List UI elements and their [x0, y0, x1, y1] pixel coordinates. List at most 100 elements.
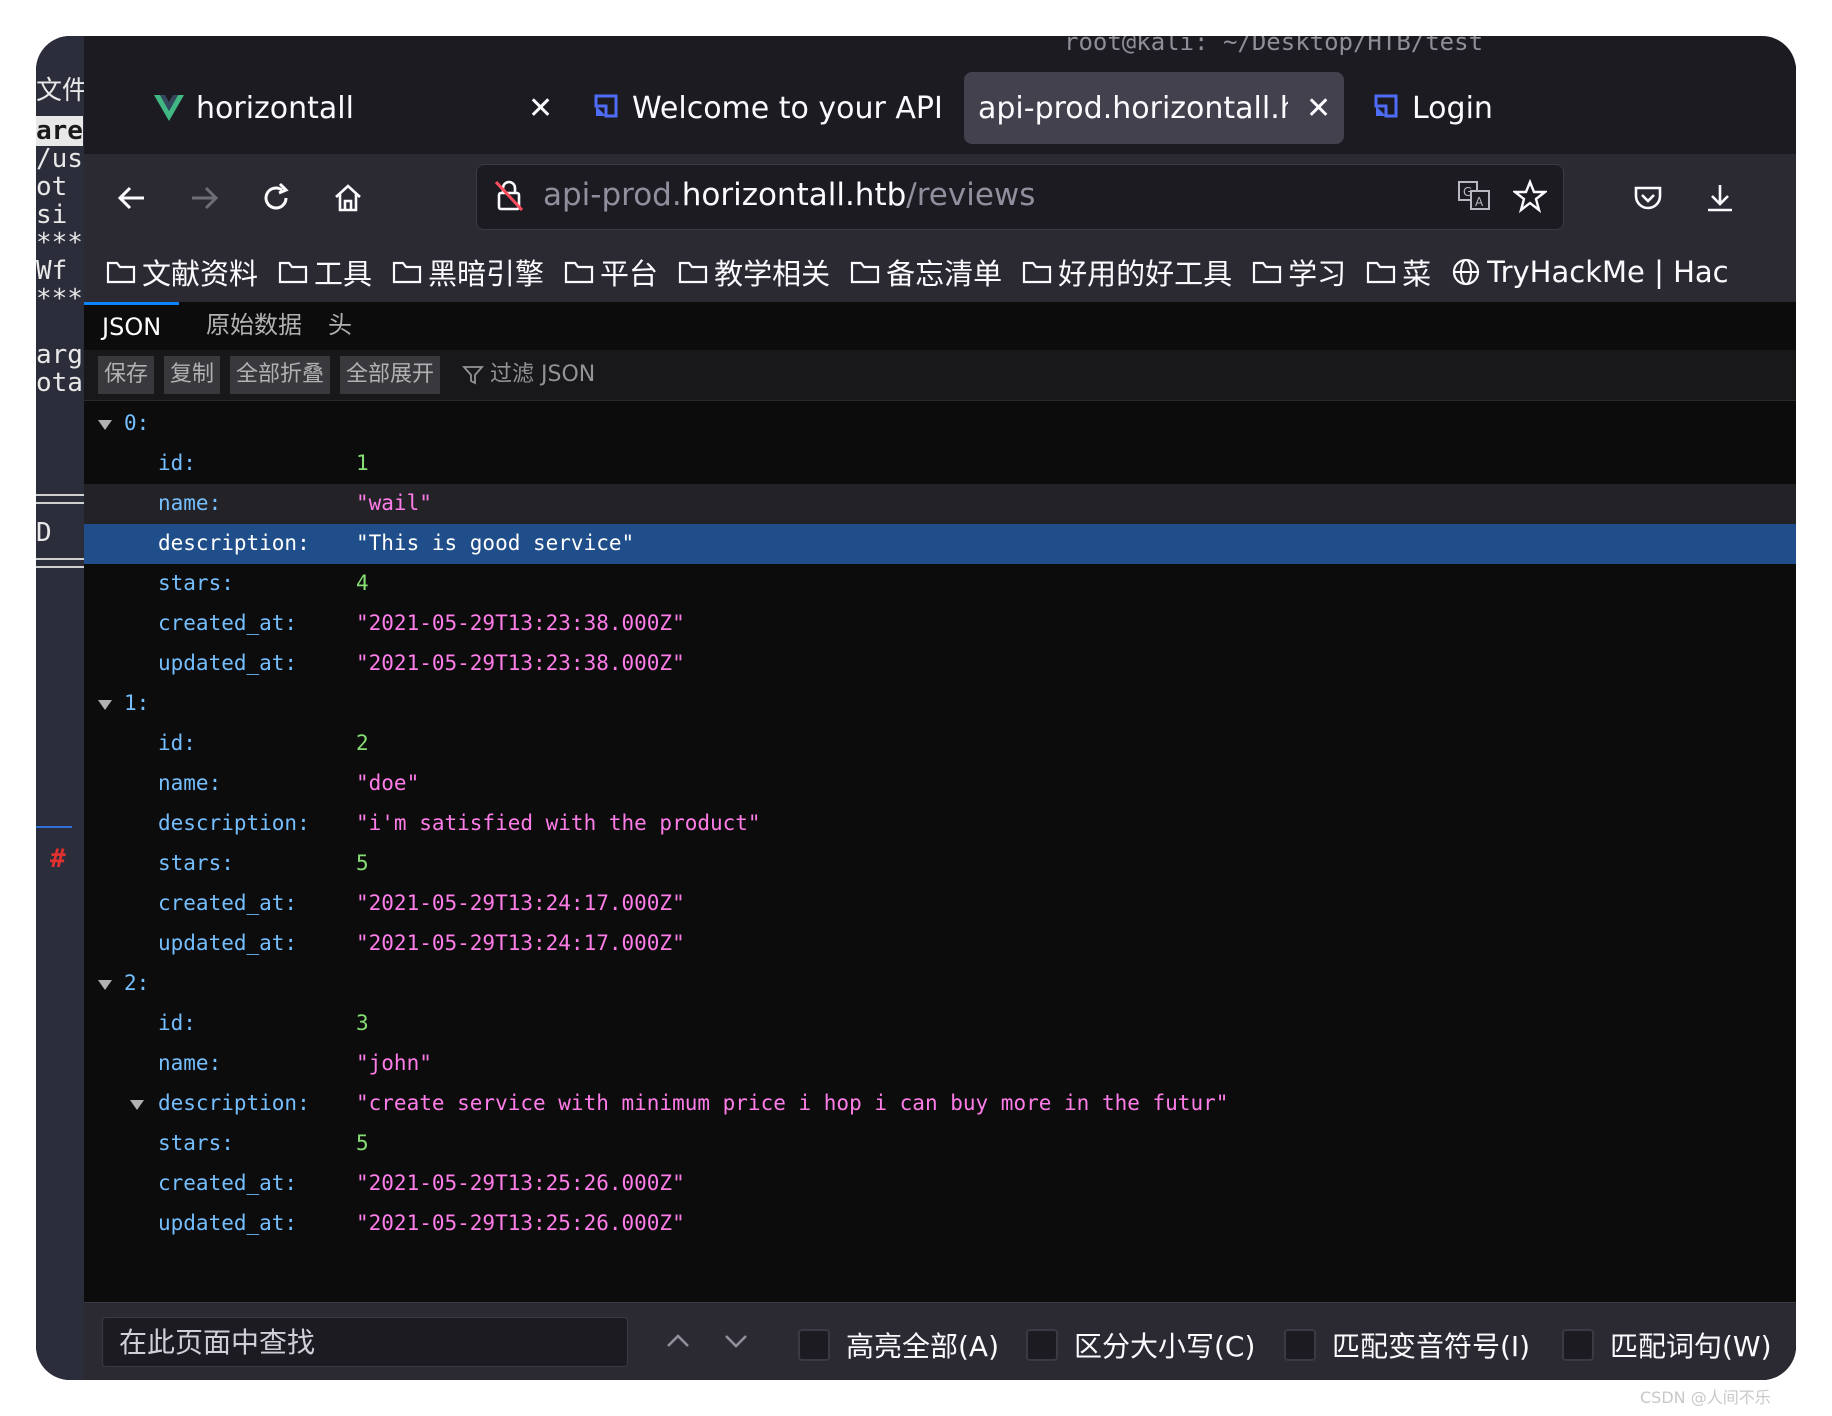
- checkbox-label: 匹配词句(W): [1610, 1330, 1772, 1363]
- checkbox-box: [1562, 1329, 1594, 1361]
- translate-icon[interactable]: GA: [1457, 179, 1491, 213]
- folder-icon: [392, 261, 422, 284]
- bookmark-folder[interactable]: 菜: [1366, 251, 1431, 293]
- close-tab-icon[interactable]: ✕: [1306, 91, 1331, 126]
- json-key: name:: [158, 491, 222, 515]
- collapse-all-button[interactable]: 全部折叠: [230, 356, 331, 394]
- json-key: 0:: [124, 411, 150, 435]
- json-value: 2: [356, 731, 369, 755]
- json-field-row[interactable]: stars: 4: [84, 564, 1796, 604]
- reload-button[interactable]: [250, 172, 302, 224]
- filter-json-input[interactable]: 过滤 JSON: [462, 356, 595, 394]
- match-diacritics-checkbox[interactable]: 匹配变音符号(I): [1284, 1325, 1530, 1365]
- folder-icon: [106, 261, 136, 284]
- json-field-row[interactable]: description: "create service with minimum…: [84, 1084, 1796, 1124]
- url-bar[interactable]: api-prod.horizontall.htb/reviews GA: [476, 164, 1564, 230]
- json-value: "2021-05-29T13:23:38.000Z": [356, 651, 685, 675]
- terminal-line: ota: [36, 368, 83, 398]
- folder-icon: [564, 261, 594, 284]
- find-input[interactable]: 在此页面中查找: [102, 1317, 628, 1367]
- find-previous-icon[interactable]: [662, 1325, 694, 1357]
- expand-toggle-icon[interactable]: [98, 700, 112, 710]
- tab-raw-data[interactable]: 原始数据: [188, 302, 320, 348]
- expand-toggle-icon[interactable]: [98, 980, 112, 990]
- expand-all-button[interactable]: 全部展开: [340, 356, 441, 394]
- json-array-index-row[interactable]: 0:: [84, 404, 1796, 444]
- downloads-button[interactable]: [1694, 172, 1746, 224]
- match-case-checkbox[interactable]: 区分大小写(C): [1026, 1325, 1255, 1365]
- json-field-row[interactable]: updated_at: "2021-05-29T13:25:26.000Z": [84, 1204, 1796, 1244]
- expand-toggle-icon[interactable]: [98, 420, 112, 430]
- checkbox-label: 匹配变音符号(I): [1332, 1330, 1531, 1363]
- pocket-button[interactable]: [1622, 172, 1674, 224]
- json-field-row[interactable]: created_at: "2021-05-29T13:25:26.000Z": [84, 1164, 1796, 1204]
- bookmark-folder[interactable]: 教学相关: [678, 251, 830, 293]
- expand-toggle-icon[interactable]: [130, 1100, 144, 1110]
- bookmark-label: 菜: [1402, 257, 1432, 291]
- json-field-row[interactable]: name: "doe": [84, 764, 1796, 804]
- json-field-row[interactable]: updated_at: "2021-05-29T13:24:17.000Z": [84, 924, 1796, 964]
- json-field-row[interactable]: created_at: "2021-05-29T13:23:38.000Z": [84, 604, 1796, 644]
- json-array-index-row[interactable]: 2:: [84, 964, 1796, 1004]
- insecure-lock-icon: [494, 180, 524, 212]
- json-viewer: JSON 原始数据 头 保存 复制 全部折叠 全部展开 过滤 JSON 0: id…: [84, 302, 1796, 1380]
- bookmark-folder[interactable]: 黑暗引擎: [392, 251, 544, 293]
- bookmark-label: 平台: [600, 257, 659, 291]
- json-field-row[interactable]: id: 1: [84, 444, 1796, 484]
- bookmark-folder[interactable]: 学习: [1252, 251, 1346, 293]
- json-field-row[interactable]: created_at: "2021-05-29T13:24:17.000Z": [84, 884, 1796, 924]
- json-value: "2021-05-29T13:23:38.000Z": [356, 611, 685, 635]
- bookmark-label: 备忘清单: [886, 257, 1003, 291]
- home-button[interactable]: [322, 172, 374, 224]
- json-field-row[interactable]: name: "wail": [84, 484, 1796, 524]
- bookmark-link[interactable]: TryHackMe | Hac: [1451, 255, 1729, 289]
- back-button[interactable]: [106, 172, 158, 224]
- tab-login[interactable]: Login: [1370, 72, 1570, 144]
- json-field-row[interactable]: description: "This is good service": [84, 524, 1796, 564]
- find-next-icon[interactable]: [720, 1325, 752, 1357]
- copy-button[interactable]: 复制: [164, 356, 221, 394]
- terminal-line: Wf: [36, 256, 68, 286]
- close-tab-icon[interactable]: ✕: [528, 91, 553, 126]
- background-terminal: 文件 are /us ot si *** Wf *** arg ota D #: [36, 36, 88, 1380]
- json-key: name:: [158, 771, 222, 795]
- json-field-row[interactable]: description: "i'm satisfied with the prod…: [84, 804, 1796, 844]
- json-key: created_at:: [158, 891, 298, 915]
- strapi-logo-icon: [594, 94, 618, 118]
- forward-button[interactable]: [178, 172, 230, 224]
- terminal-line: arg: [36, 340, 83, 370]
- pocket-icon: [1634, 186, 1662, 210]
- tab-welcome-api[interactable]: Welcome to your API ✕: [590, 72, 993, 144]
- checkbox-label: 高亮全部(A): [846, 1330, 1000, 1363]
- json-value: "doe": [356, 771, 420, 795]
- terminal-line: 文件: [36, 76, 89, 106]
- json-key: id:: [158, 451, 196, 475]
- tab-headers[interactable]: 头: [310, 302, 370, 348]
- json-value: "john": [356, 1051, 432, 1075]
- json-field-row[interactable]: id: 2: [84, 724, 1796, 764]
- checkbox-box: [1026, 1329, 1058, 1361]
- save-button[interactable]: 保存: [98, 356, 155, 394]
- json-field-row[interactable]: stars: 5: [84, 1124, 1796, 1164]
- download-icon: [1708, 185, 1732, 212]
- tab-json[interactable]: JSON: [84, 302, 180, 351]
- highlight-all-checkbox[interactable]: 高亮全部(A): [798, 1325, 999, 1365]
- bookmark-folder[interactable]: 好用的好工具: [1022, 251, 1232, 293]
- url-path: /reviews: [906, 177, 1036, 213]
- bookmark-star-icon[interactable]: [1513, 179, 1547, 213]
- json-array-index-row[interactable]: 1:: [84, 684, 1796, 724]
- json-field-row[interactable]: updated_at: "2021-05-29T13:23:38.000Z": [84, 644, 1796, 684]
- folder-icon: [850, 261, 880, 284]
- json-key: created_at:: [158, 611, 298, 635]
- tab-reviews-active[interactable]: api-prod.horizontall.htb/revie ✕: [964, 72, 1344, 144]
- bookmark-folder[interactable]: 平台: [564, 251, 658, 293]
- json-field-row[interactable]: id: 3: [84, 1004, 1796, 1044]
- whole-words-checkbox[interactable]: 匹配词句(W): [1562, 1325, 1772, 1365]
- json-field-row[interactable]: stars: 5: [84, 844, 1796, 884]
- bookmark-folder[interactable]: 文献资料: [106, 251, 258, 293]
- svg-text:G: G: [1463, 185, 1472, 199]
- bookmark-folder[interactable]: 备忘清单: [850, 251, 1002, 293]
- tab-horizontall[interactable]: horizontall ✕: [154, 72, 554, 144]
- json-field-row[interactable]: name: "john": [84, 1044, 1796, 1084]
- bookmark-folder[interactable]: 工具: [278, 251, 372, 293]
